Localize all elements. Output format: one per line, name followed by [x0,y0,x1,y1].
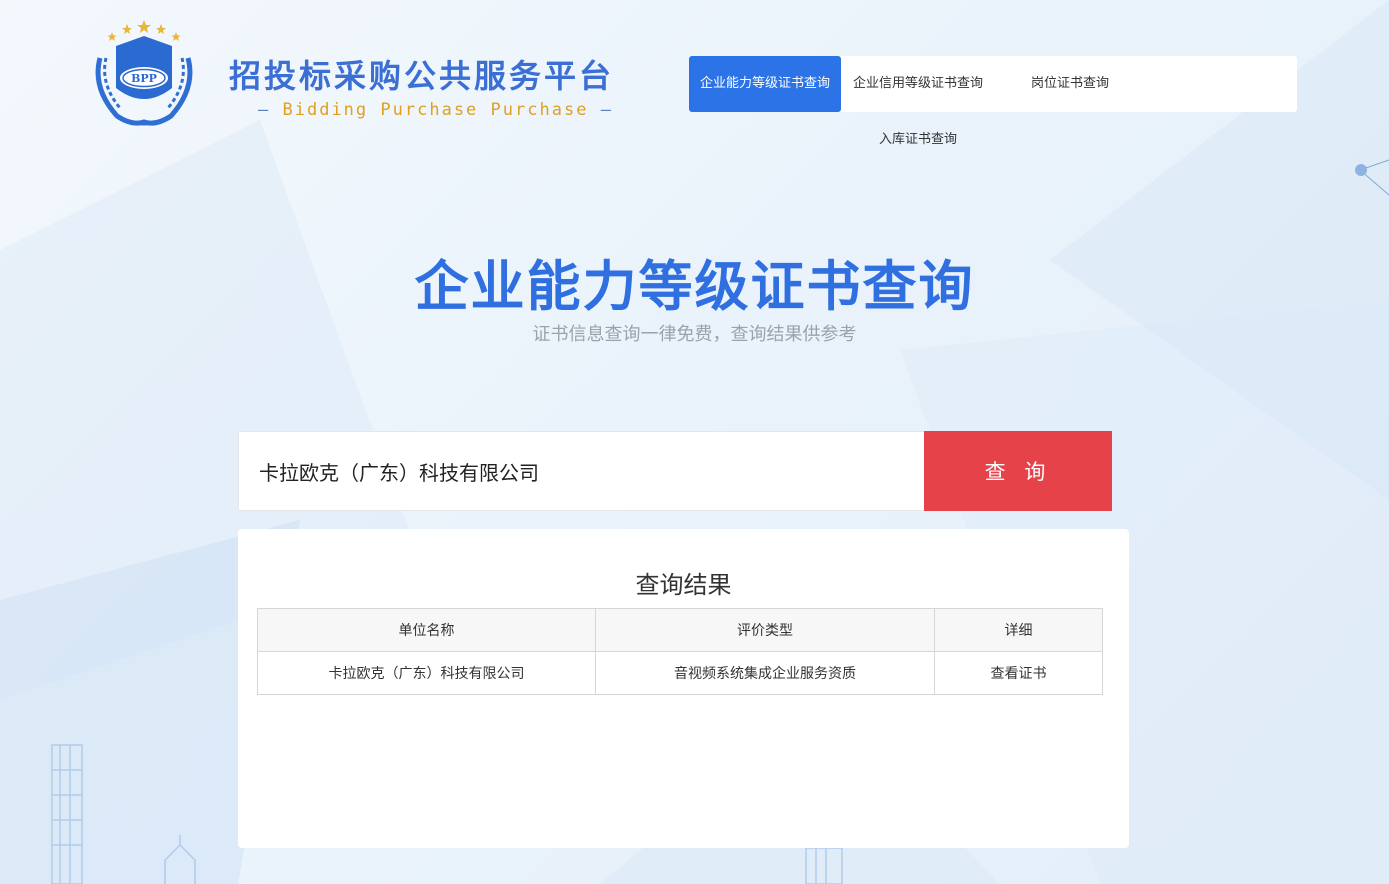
subtitle-word-3: Purchase [490,100,589,120]
result-panel: 查询结果 单位名称 评价类型 详细 卡拉欧克（广东）科技有限公司 音视频系统集成… [238,529,1129,848]
svg-text:BPP: BPP [131,72,157,85]
cell-company-name: 卡拉欧克（广东）科技有限公司 [257,651,596,695]
page-subtitle: 证书信息查询一律免费，查询结果供参考 [532,324,857,345]
nav-tab-credit-cert[interactable]: 企业信用等级证书查询 [845,56,991,112]
column-header-company: 单位名称 [257,608,596,652]
page-title: 企业能力等级证书查询 [414,255,975,318]
view-certificate-link[interactable]: 查看证书 [934,651,1103,695]
table-row: 卡拉欧克（广东）科技有限公司 音视频系统集成企业服务资质 查看证书 [257,651,1103,695]
table-header-row: 单位名称 评价类型 详细 [257,608,1103,652]
subtitle-word-1: Bidding [282,100,369,120]
cell-evaluation-type: 音视频系统集成企业服务资质 [595,651,935,695]
brand-title: 招投标采购公共服务平台 [229,57,615,95]
brand-subtitle: — Bidding Purchase Purchase — [258,100,613,120]
result-table: 单位名称 评价类型 详细 卡拉欧克（广东）科技有限公司 音视频系统集成企业服务资… [257,608,1103,695]
subtitle-word-2: Purchase [380,100,479,120]
nav-tab-position-cert[interactable]: 岗位证书查询 [1007,56,1133,112]
nav-tab-capability-cert[interactable]: 企业能力等级证书查询 [689,56,841,112]
column-header-type: 评价类型 [595,608,935,652]
nav-tab-warehouse-cert[interactable]: 入库证书查询 [845,128,991,152]
search-button[interactable]: 查 询 [924,431,1112,511]
result-title: 查询结果 [635,571,732,599]
search-input[interactable] [238,431,924,511]
column-header-detail: 详细 [934,608,1103,652]
laurel-logo-icon: BPP [95,20,193,126]
top-nav: 企业能力等级证书查询 企业信用等级证书查询 岗位证书查询 [689,56,1297,112]
